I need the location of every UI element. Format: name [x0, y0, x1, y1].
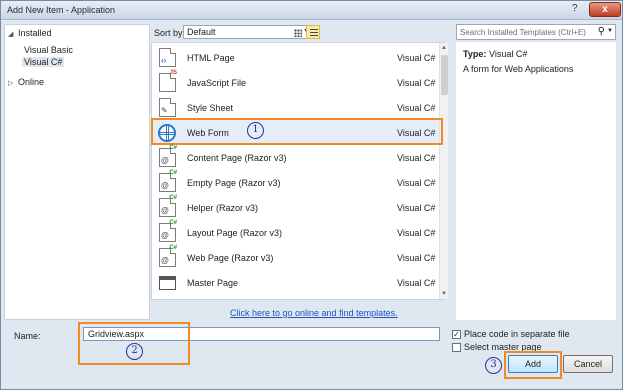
list-toolbar: Sort by: Default ▼: [151, 24, 445, 42]
list-item-layout-page[interactable]: C# @ Layout Page (Razor v3) Visual C#: [152, 220, 442, 245]
search-templates-input[interactable]: Search Installed Templates (Ctrl+E) ⚲ ▼: [456, 24, 616, 40]
razor-page-icon: C# @: [159, 195, 177, 217]
add-button-highlight: [504, 351, 562, 379]
web-form-highlight: [151, 118, 443, 145]
tree-node-visual-csharp[interactable]: Visual C#: [22, 57, 65, 67]
html-page-icon: ‹›: [159, 48, 176, 67]
type-label: Type:: [463, 49, 487, 59]
razor-page-icon: C# @: [159, 245, 177, 267]
list-item-html-page[interactable]: ‹› HTML Page Visual C#: [152, 45, 442, 70]
scrollbar-thumb[interactable]: [441, 55, 448, 95]
list-item-master-page[interactable]: Master Page Visual C#: [152, 270, 442, 295]
template-list-scrollbar[interactable]: ▲ ▼: [439, 43, 448, 299]
list-item-helper[interactable]: C# @ Helper (Razor v3) Visual C#: [152, 195, 442, 220]
razor-page-icon: C# @: [159, 145, 177, 167]
details-panel: Type: Visual C# A form for Web Applicati…: [456, 42, 616, 320]
list-view-icon: [310, 29, 318, 37]
cancel-button[interactable]: Cancel: [563, 355, 613, 373]
list-item-javascript-file[interactable]: JS JavaScript File Visual C#: [152, 70, 442, 95]
list-item-content-page[interactable]: C# @ Content Page (Razor v3) Visual C#: [152, 145, 442, 170]
master-page-icon: [159, 276, 176, 290]
online-templates-link[interactable]: Click here to go online and find templat…: [230, 308, 398, 318]
template-tree: ◢ Installed Visual Basic Visual C# ▷ Onlin…: [4, 24, 150, 320]
separate-file-checkbox[interactable]: ✓: [452, 330, 461, 340]
template-description: A form for Web Applications: [463, 64, 574, 74]
list-view-button[interactable]: [306, 25, 320, 39]
style-sheet-icon: ✎: [159, 98, 176, 117]
type-value: Visual C#: [489, 49, 528, 59]
list-item-web-page[interactable]: C# @ Web Page (Razor v3) Visual C#: [152, 245, 442, 270]
tree-node-installed[interactable]: ◢ Installed: [8, 28, 52, 38]
help-button[interactable]: ?: [572, 3, 578, 14]
tree-node-online[interactable]: ▷ Online: [8, 77, 44, 87]
javascript-file-icon: JS: [159, 70, 177, 92]
add-new-item-dialog: Add New Item - Application ? x ◢ Installe…: [0, 0, 623, 390]
step-1-marker: 1: [247, 122, 264, 139]
search-icon[interactable]: ⚲: [598, 26, 605, 37]
scroll-down-icon[interactable]: ▼: [441, 291, 447, 297]
step-2-marker: 2: [126, 343, 143, 360]
master-page-checkbox[interactable]: [452, 343, 461, 353]
razor-page-icon: C# @: [159, 170, 177, 192]
razor-page-icon: C# @: [159, 220, 177, 242]
search-placeholder: Search Installed Templates (Ctrl+E): [460, 28, 586, 37]
list-item-style-sheet[interactable]: ✎ Style Sheet Visual C#: [152, 95, 442, 120]
title-bar: Add New Item - Application ? x: [1, 1, 622, 20]
window-title: Add New Item - Application: [7, 5, 116, 15]
list-item-empty-page[interactable]: C# @ Empty Page (Razor v3) Visual C#: [152, 170, 442, 195]
tree-node-visual-basic[interactable]: Visual Basic: [24, 45, 73, 55]
step-3-marker: 3: [485, 357, 502, 374]
template-list: ‹› HTML Page Visual C# JS JavaScript Fil…: [151, 42, 445, 300]
expanded-arrow-icon: ◢: [8, 31, 14, 38]
close-button[interactable]: x: [589, 2, 621, 17]
sort-by-label: Sort by:: [154, 28, 186, 38]
chevron-down-icon[interactable]: ▼: [607, 28, 613, 34]
scroll-up-icon[interactable]: ▲: [441, 45, 447, 51]
separate-file-option[interactable]: ✓ Place code in separate file: [452, 329, 570, 340]
name-label: Name:: [14, 331, 41, 341]
collapsed-arrow-icon: ▷: [8, 80, 14, 87]
grid-view-button[interactable]: [290, 25, 304, 39]
grid-view-icon: [294, 29, 302, 37]
